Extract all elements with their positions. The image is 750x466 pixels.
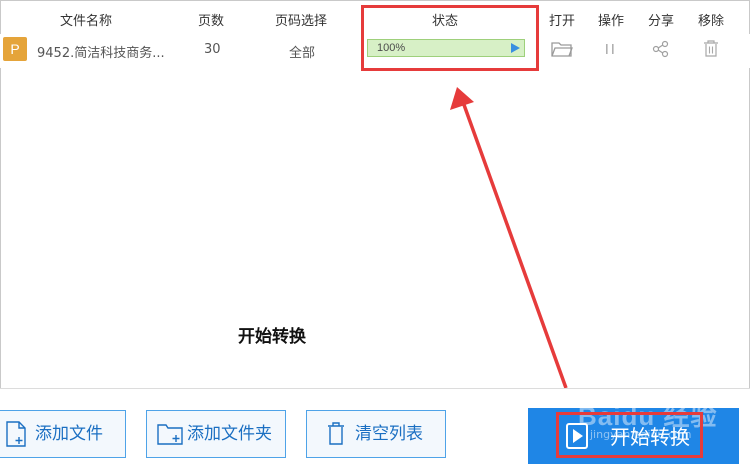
add-folder-button[interactable]: 添加文件夹 (146, 410, 286, 458)
clear-list-label: 清空列表 (355, 424, 423, 444)
add-file-icon (6, 421, 26, 447)
add-file-button[interactable]: 添加文件 (0, 410, 126, 458)
clear-list-icon (328, 422, 344, 445)
add-folder-label: 添加文件夹 (187, 424, 272, 444)
add-file-label: 添加文件 (35, 424, 103, 444)
caption-text: 开始转换 (238, 327, 306, 347)
start-highlight-box (556, 412, 703, 458)
clear-list-button[interactable]: 清空列表 (306, 410, 446, 458)
add-folder-icon (157, 424, 183, 445)
